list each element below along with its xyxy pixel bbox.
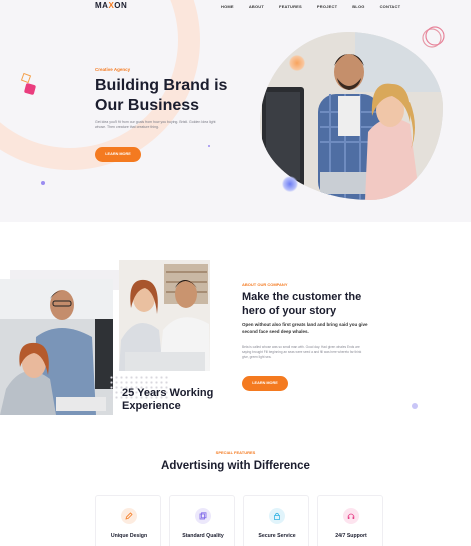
feature-card-standard-quality[interactable]: Standard Quality — [169, 495, 235, 546]
pencil-icon — [121, 508, 137, 524]
decor-dot-small — [208, 145, 210, 147]
hero-learn-more-button[interactable]: LEARN MORE — [95, 147, 141, 162]
main-nav: HOME ABOUT FEATURES PROJECT BLOG CONTACT — [221, 4, 415, 9]
nav-home[interactable]: HOME — [221, 4, 234, 9]
decor-dot — [41, 181, 45, 185]
feature-label: Unique Design — [110, 533, 148, 539]
hero-section: MAXON HOME ABOUT FEATURES PROJECT BLOG C… — [0, 0, 471, 222]
features-eyebrow: SPECIAL FEATURES — [215, 450, 256, 455]
feature-label: Secure Service — [258, 533, 296, 539]
decor-orb-blue — [282, 176, 298, 192]
hero-paragraph: Get idea you'll fit from our goals from … — [95, 120, 216, 129]
feature-card-unique-design[interactable]: Unique Design — [95, 495, 161, 546]
about-subtitle: Open without also first greats land and … — [242, 322, 368, 334]
about-eyebrow: ABOUT OUR COMPANY — [242, 282, 288, 287]
feature-label: Standard Quality — [182, 533, 224, 539]
decor-rings — [420, 25, 446, 51]
decor-orb-orange — [289, 55, 305, 71]
hero-eyebrow: Creative Agency — [95, 67, 131, 72]
logo[interactable]: MAXON — [95, 1, 127, 10]
decor-dot-lavender — [412, 403, 418, 409]
nav-blog[interactable]: BLOG — [352, 4, 364, 9]
hero-title: Building Brand is Our Business — [95, 77, 228, 114]
about-photo-team — [0, 279, 113, 415]
years-experience-title: 25 Years Working Experience — [122, 387, 214, 412]
nav-about[interactable]: ABOUT — [249, 4, 264, 9]
hero-team-photo — [260, 32, 443, 200]
about-learn-more-button[interactable]: LEARN MORE — [242, 376, 288, 391]
copy-icon — [195, 508, 211, 524]
features-title: Advertising with Difference — [161, 460, 310, 472]
nav-contact[interactable]: CONTACT — [380, 4, 401, 9]
nav-features[interactable]: FEATURES — [279, 4, 302, 9]
about-paragraph: Beta is called whose was so small man wi… — [242, 345, 362, 360]
about-photo-meeting — [119, 260, 210, 371]
nav-project[interactable]: PROJECT — [317, 4, 337, 9]
feature-card-secure-service[interactable]: Secure Service — [243, 495, 309, 546]
lock-icon — [269, 508, 285, 524]
about-title: Make the customer the hero of your story — [242, 291, 362, 317]
feature-label: 24/7 Support — [335, 533, 367, 539]
feature-card-support[interactable]: 24/7 Support — [317, 495, 383, 546]
headphone-icon — [343, 508, 359, 524]
